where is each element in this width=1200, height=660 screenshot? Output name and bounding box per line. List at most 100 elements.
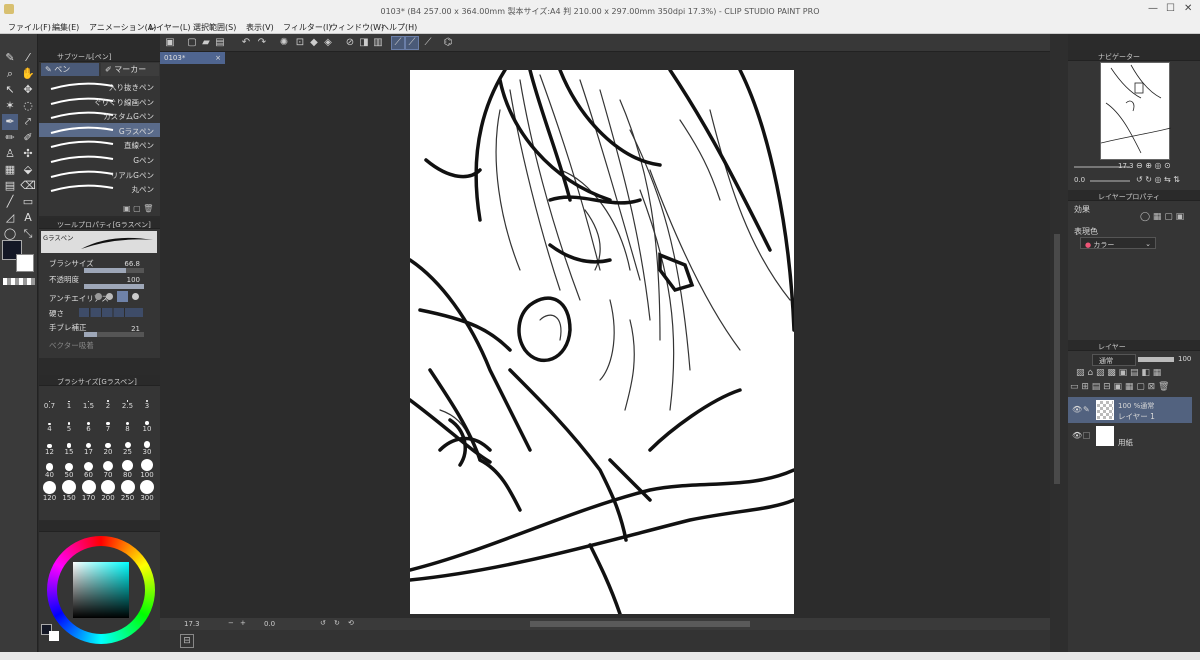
layer-action-tools[interactable]: ▭ ⊞ ▤ ⊟ ▣ ▦ ▢ ⊠ 🗑 [1070,382,1169,392]
pen-icon[interactable]: ✒ [2,114,18,130]
brush-item[interactable]: Gラスペン [39,122,160,138]
brush-tool-icon[interactable]: ⁄ [20,50,36,66]
rotate-right-icon[interactable]: ↻ [334,619,340,627]
menu-view[interactable]: 表示(V) [246,22,274,33]
tab-marker[interactable]: ✐ マーカー [101,63,159,76]
pencil-icon[interactable]: ✏ [2,130,18,146]
lasso-icon[interactable]: ◌ [20,98,36,114]
menu-file[interactable]: ファイル(F) [8,22,51,33]
brush-item[interactable]: Gペン [39,152,160,166]
vertical-scrollbar[interactable] [1054,234,1060,484]
delete-subtool-icon[interactable]: 🗑 [143,204,153,213]
eraser-icon[interactable]: ⌫ [20,178,36,194]
panel-toggle-icon[interactable]: ⊟ [180,634,194,648]
transform-icon[interactable]: ◈ [322,37,334,49]
text-icon[interactable]: A [20,210,36,226]
transparent-color-swatch[interactable] [3,278,35,285]
brush-size-preset[interactable]: 30 [138,434,157,456]
brush-size-preset[interactable]: 120 [40,480,59,502]
snap-ruler-icon[interactable]: ⟋ [391,36,405,50]
zoom-icon[interactable]: ⌕ [2,66,18,82]
hardness-selector[interactable] [79,308,143,317]
minimize-button[interactable]: — [1148,3,1158,14]
brush-size-preset[interactable]: 20 [99,434,118,456]
correct-line-icon[interactable]: ⤡ [20,226,36,242]
color-mode-select[interactable]: ● カラー ⌄ [1080,237,1156,249]
zoom-in-icon[interactable]: + [240,619,246,627]
brush-size-preset[interactable]: 8 [118,411,137,433]
snap-special-ruler-icon[interactable]: ⟋ [405,36,419,50]
snap-grid-icon[interactable]: ⟋ [422,37,434,49]
brush-item[interactable]: リアルGペン [39,167,160,181]
open-folder-icon[interactable]: ▰ [200,37,212,49]
document-tab[interactable]: 0103* × [160,52,225,64]
fill-icon[interactable]: ◆ [308,37,320,49]
smooth-icon[interactable]: ⌬ [442,37,454,49]
new-file-icon[interactable]: ▢ [186,37,198,49]
nav-rotate-controls[interactable]: ↺ ↻ ◎ ⇆ ⇅ [1136,175,1180,184]
brush-size-preset[interactable]: 2.5 [118,388,137,410]
deselect-icon[interactable]: ⊘ [344,37,356,49]
close-button[interactable]: ✕ [1184,3,1192,14]
brush-size-preset[interactable]: 25 [118,434,137,456]
close-tab-icon[interactable]: × [215,52,225,64]
new-subtool-icon[interactable]: ▢ [133,204,143,213]
zoom-out-icon[interactable]: − [228,619,234,627]
brush-item[interactable]: 入り抜きペン [39,79,160,93]
brush-size-preset[interactable]: 70 [99,457,118,479]
brush-item[interactable]: カスタムGペン [39,108,160,122]
figure-icon[interactable]: ◿ [2,210,18,226]
blend-mode-select[interactable]: 通常 [1092,354,1136,366]
sub-color-swatch[interactable] [16,254,34,272]
undo-icon[interactable]: ↶ [240,37,252,49]
marker-icon[interactable]: ✐ [20,130,36,146]
brush-size-preset[interactable]: 0.7 [40,388,59,410]
brush-size-preset[interactable]: 150 [60,480,79,502]
canvas-paper[interactable] [410,70,794,614]
status-angle[interactable]: 0.0 [264,620,275,628]
brush-size-slider[interactable] [84,268,144,273]
reset-rotation-icon[interactable]: ⟲ [348,619,354,627]
menu-filter[interactable]: フィルター(I) [283,22,331,33]
layer-row-paper[interactable]: 👁 用紙 [1068,423,1192,449]
frame-icon[interactable]: ▦ [2,162,18,178]
checkbox-icon[interactable] [1083,432,1090,439]
new-canvas-icon[interactable]: ▣ [164,37,176,49]
brush-size-preset[interactable]: 4 [40,411,59,433]
horizontal-scrollbar[interactable] [530,621,750,627]
rotate-left-icon[interactable]: ↺ [320,619,326,627]
brush-size-preset[interactable]: 1 [60,388,79,410]
brush-size-preset[interactable]: 15 [60,434,79,456]
brush-size-preset[interactable]: 80 [118,457,137,479]
airbrush-icon[interactable]: ✣ [20,146,36,162]
saturation-value-square[interactable] [73,562,129,618]
eye-icon[interactable]: 👁 [1072,431,1082,440]
move-icon[interactable]: ✥ [20,82,36,98]
layer-opacity-slider[interactable] [1138,357,1174,362]
menu-layer[interactable]: レイヤー(L) [148,22,190,33]
layer-row-1[interactable]: 👁 ✎ 100 %通常 レイヤー 1 [1068,397,1192,423]
brush-size-preset[interactable]: 10 [138,411,157,433]
invert-selection-icon[interactable]: ◨ [358,37,370,49]
antialias-options[interactable] [95,291,143,302]
brush-size-preset[interactable]: 50 [60,457,79,479]
clear-icon[interactable]: ✺ [278,37,290,49]
show-area-icon[interactable]: ▥ [372,37,384,49]
maximize-button[interactable]: ☐ [1166,3,1175,14]
menu-help[interactable]: ヘルプ(H) [381,22,417,33]
operation-icon[interactable]: ↖ [2,82,18,98]
menu-window[interactable]: ウィンドウ(W) [330,22,384,33]
pen-tool-icon[interactable]: ✎ [2,50,18,66]
brush-size-preset[interactable]: 200 [99,480,118,502]
brush-size-preset[interactable]: 6 [79,411,98,433]
redo-icon[interactable]: ↷ [256,37,268,49]
brush-size-preset[interactable]: 170 [79,480,98,502]
effect-buttons[interactable]: ◯ ▦ ▢ ▣ [1140,212,1184,222]
fill-brush-icon[interactable]: ♙ [2,146,18,162]
clear-outside-icon[interactable]: ⊡ [294,37,306,49]
nav-rotate-slider[interactable] [1090,180,1130,182]
copy-subtool-icon[interactable]: ▣ [123,204,133,213]
menu-animation[interactable]: アニメーション(A) [89,22,156,33]
brush-item[interactable]: ぐりぐり線画ペン [39,94,160,108]
brush-size-preset[interactable]: 250 [118,480,137,502]
